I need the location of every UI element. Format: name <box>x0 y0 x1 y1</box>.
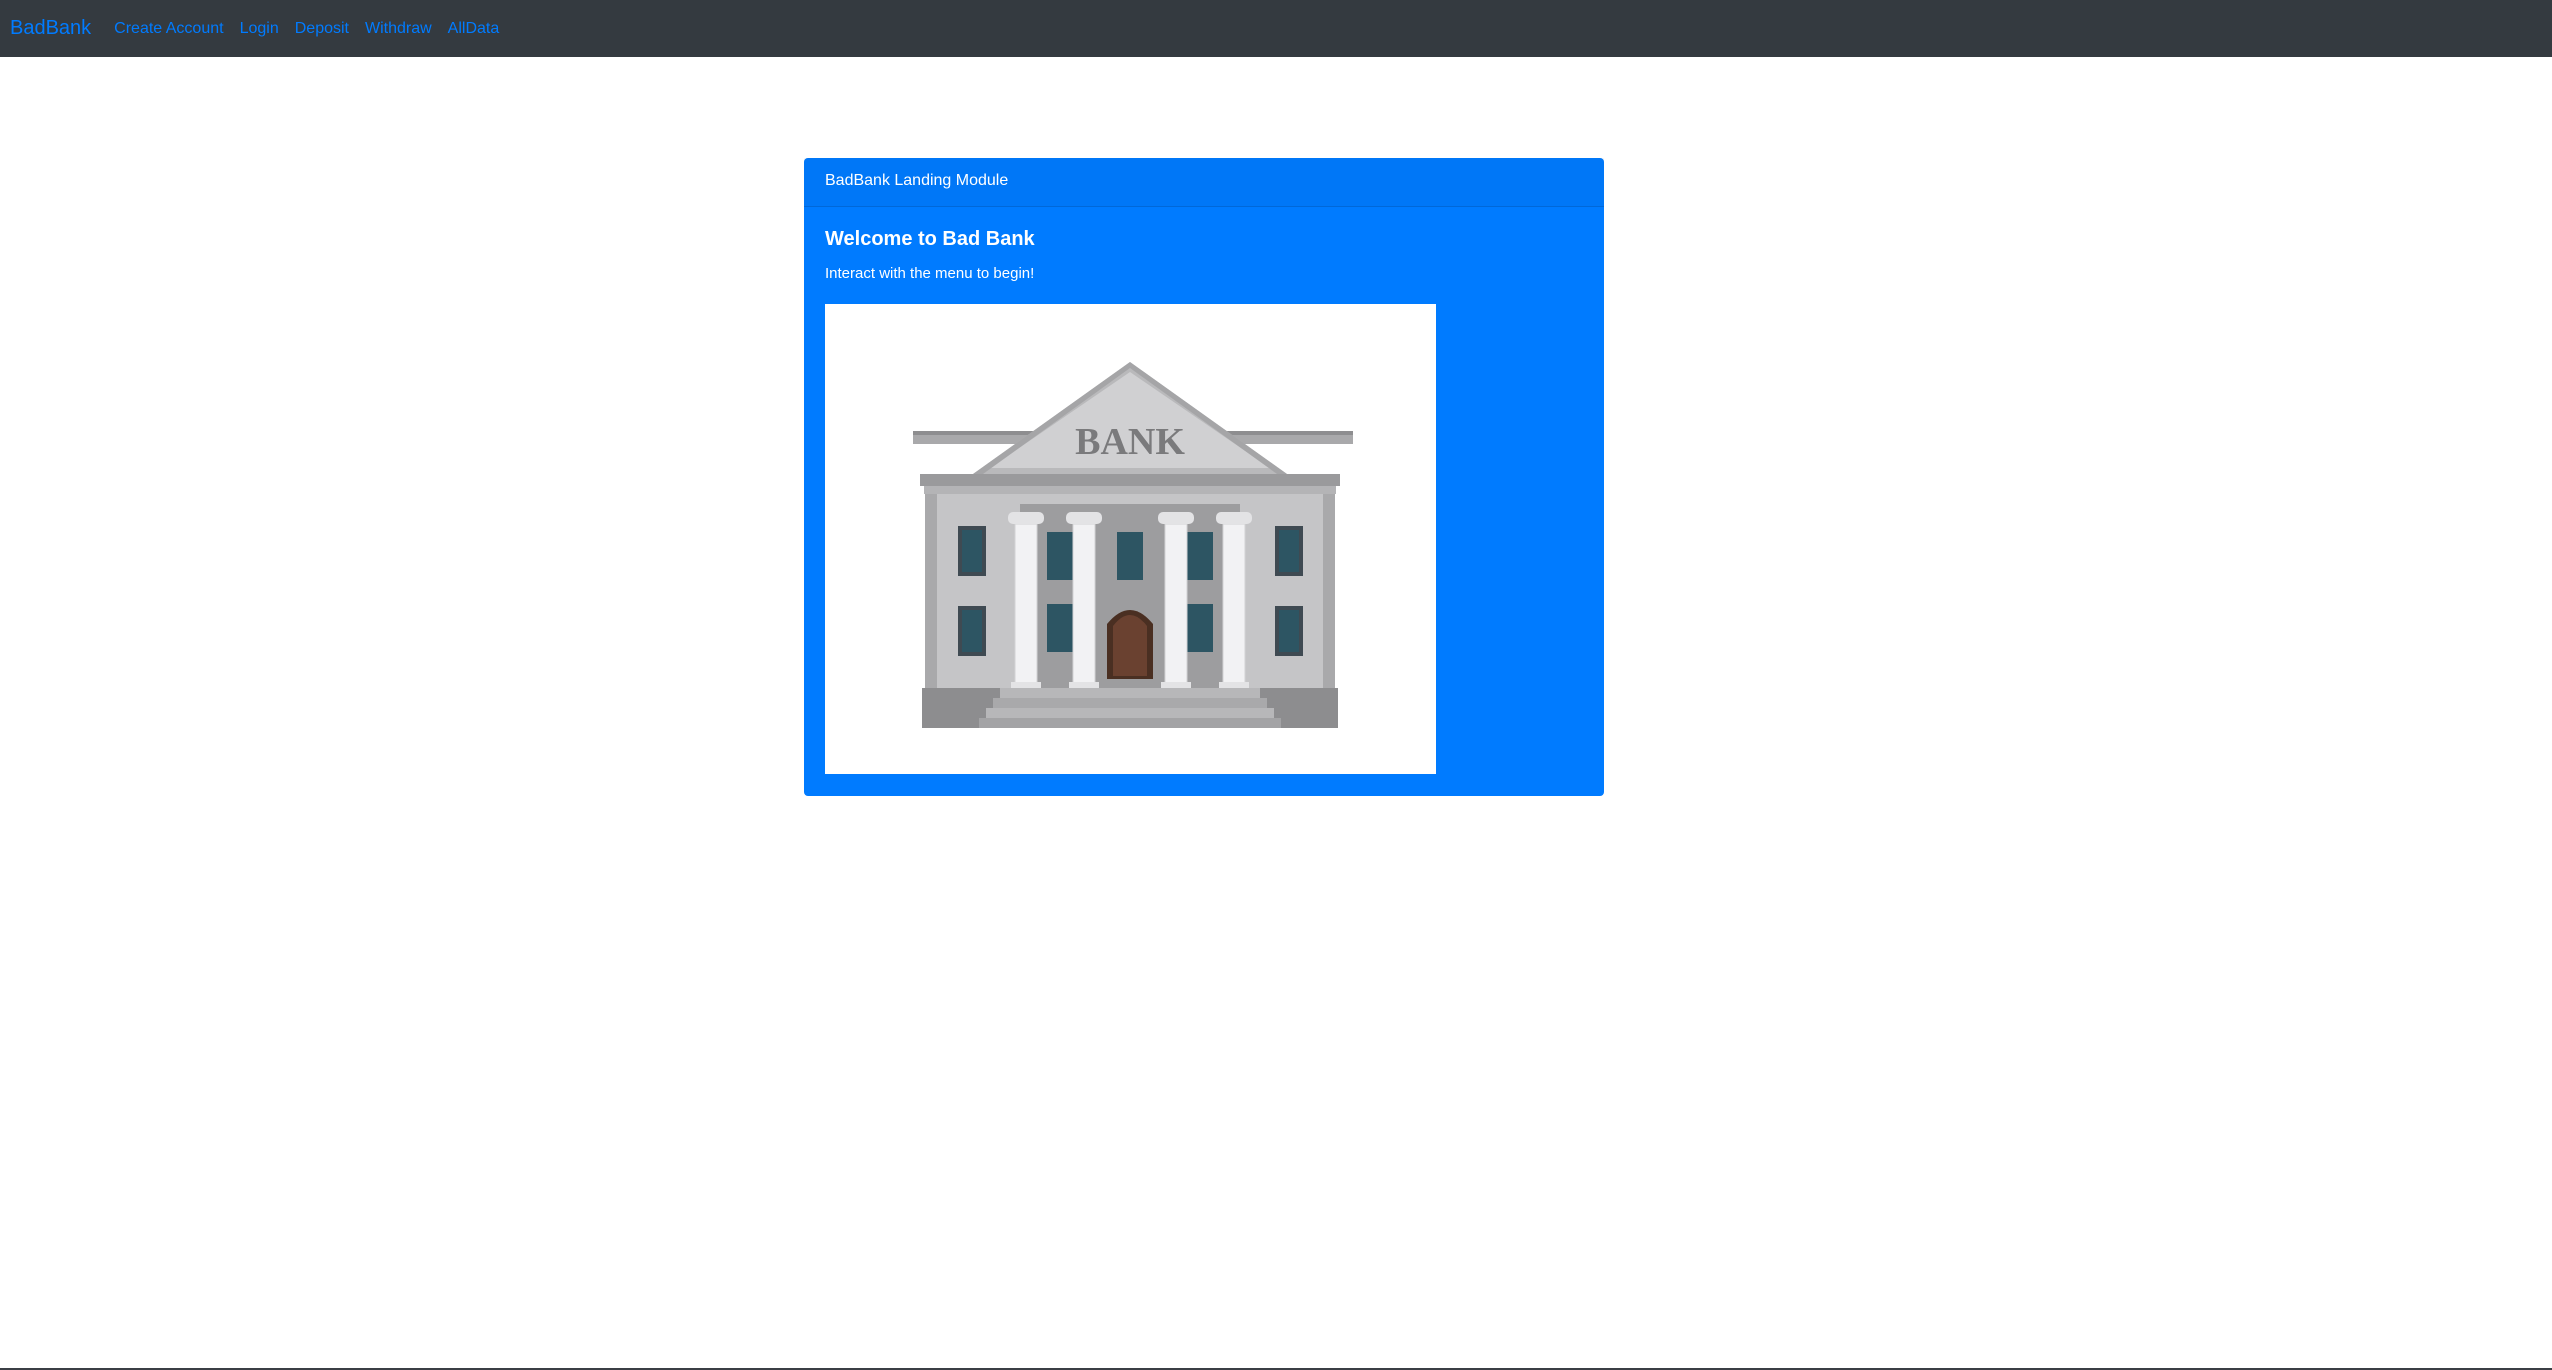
nav-withdraw[interactable]: Withdraw <box>365 20 432 38</box>
bank-image: BANK <box>825 304 1436 774</box>
bank-sign-text: BANK <box>1075 421 1185 463</box>
nav-alldata[interactable]: AllData <box>448 20 500 38</box>
brand-link[interactable]: BadBank <box>10 17 91 40</box>
card-text: Interact with the menu to begin! <box>825 265 1035 282</box>
navbar: BadBank Create Account Login Deposit Wit… <box>0 0 2552 57</box>
nav-deposit[interactable]: Deposit <box>295 20 349 38</box>
nav-create-account[interactable]: Create Account <box>114 20 223 38</box>
bank-building-icon: BANK <box>913 362 1353 728</box>
nav-login[interactable]: Login <box>240 20 279 38</box>
card-body: Welcome to Bad Bank Interact with the me… <box>804 207 1604 284</box>
landing-card: BadBank Landing Module Welcome to Bad Ba… <box>804 158 1604 796</box>
card-header: BadBank Landing Module <box>804 158 1604 207</box>
card-title: Welcome to Bad Bank <box>825 228 1035 250</box>
